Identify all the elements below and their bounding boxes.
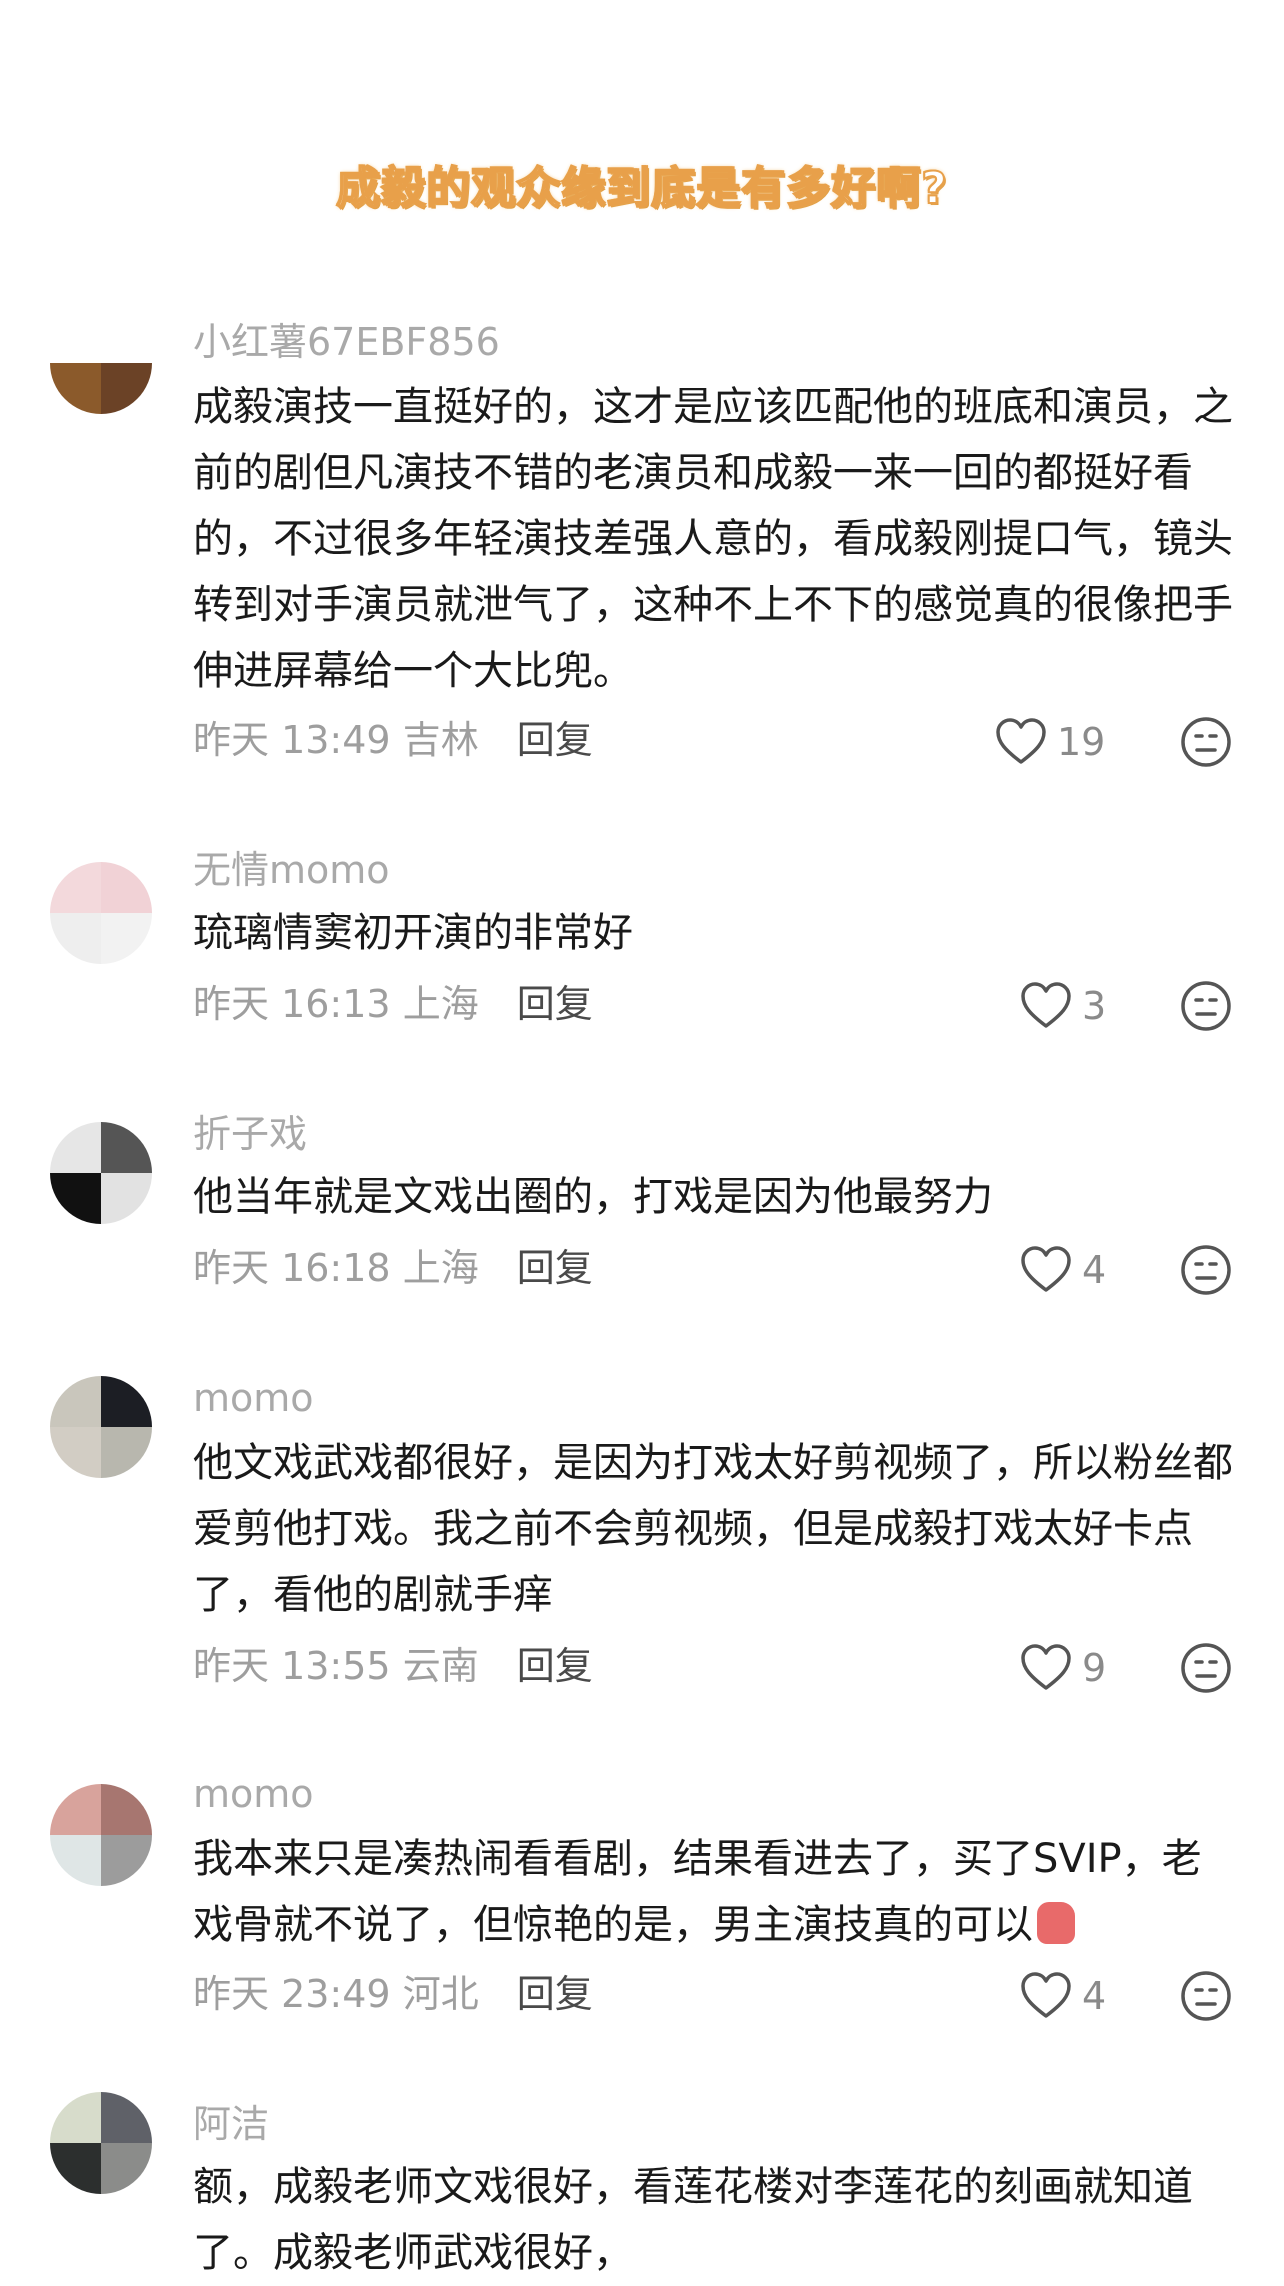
comment-text: 成毅演技一直挺好的，这才是应该匹配他的班底和演员，之前的剧但凡演技不错的老演员和… [193, 384, 1233, 694]
heart-outline-icon [996, 718, 1046, 764]
like-button[interactable]: 19 [995, 718, 1105, 766]
avatar-cell [50, 1835, 101, 1886]
avatar-cell [101, 2143, 152, 2194]
avatar-cell [50, 363, 101, 414]
comment-location: 吉林 [402, 718, 479, 762]
reply-button[interactable]: 回复 [517, 1972, 593, 2016]
comment-location: 河北 [402, 1972, 479, 2016]
avatar[interactable] [50, 1376, 152, 1478]
comment-meta: 昨天 16:18 上海 回复 [193, 1244, 593, 1292]
comment-meta: 昨天 13:55 云南 回复 [193, 1642, 593, 1690]
comment-username[interactable]: 阿洁 [193, 2100, 269, 2148]
avatar[interactable] [50, 862, 152, 964]
avatar-cell [101, 862, 152, 913]
avatar-cell [50, 1173, 101, 1224]
comment-meta: 昨天 16:13 上海 回复 [193, 980, 593, 1028]
comment-text: 我本来只是凑热闹看看剧，结果看进去了，买了SVIP，老戏骨就不说了，但惊艳的是，… [193, 1826, 1233, 1958]
like-button[interactable]: 4 [1020, 1246, 1106, 1294]
like-count: 4 [1082, 1974, 1107, 2018]
avatar-cell [50, 1376, 101, 1427]
avatar-cell [101, 1784, 152, 1835]
comment-time: 昨天 13:55 [193, 1644, 391, 1688]
avatar[interactable] [50, 312, 152, 414]
comment-username[interactable]: 无情momo [193, 846, 390, 894]
comment-username[interactable]: momo [193, 1374, 314, 1422]
like-button[interactable]: 9 [1020, 1644, 1106, 1692]
avatar-cell [101, 1835, 152, 1886]
like-count: 3 [1082, 984, 1107, 1028]
neutral-face-icon[interactable] [1180, 716, 1232, 768]
reply-button[interactable]: 回复 [517, 718, 593, 762]
like-button[interactable]: 3 [1020, 982, 1106, 1030]
avatar-cell [50, 312, 101, 363]
avatar-cell [50, 1427, 101, 1478]
avatar-cell [50, 913, 101, 964]
avatar-cell [101, 1122, 152, 1173]
comment-username[interactable]: 折子戏 [193, 1110, 307, 1158]
avatar[interactable] [50, 1784, 152, 1886]
avatar-cell [101, 1376, 152, 1427]
comment-time: 昨天 13:49 [193, 718, 391, 762]
reply-button[interactable]: 回复 [517, 1246, 593, 1290]
avatar-cell [101, 913, 152, 964]
comment-username[interactable]: momo [193, 1770, 314, 1818]
heart-outline-icon [1021, 982, 1071, 1028]
avatar-cell [50, 1784, 101, 1835]
heart-outline-icon [1021, 1246, 1071, 1292]
thumbs-up-icon [1037, 1902, 1075, 1944]
avatar-cell [50, 1122, 101, 1173]
avatar[interactable] [50, 1122, 152, 1224]
comment-username[interactable]: 小红薯67EBF856 [193, 318, 500, 366]
reply-button[interactable]: 回复 [517, 1644, 593, 1688]
neutral-face-icon[interactable] [1180, 1970, 1232, 2022]
comment-meta: 昨天 13:49 吉林 回复 [193, 716, 593, 764]
comment-text: 他当年就是文戏出圈的，打戏是因为他最努力 [193, 1174, 993, 1220]
avatar-cell [50, 862, 101, 913]
comment-meta: 昨天 23:49 河北 回复 [193, 1970, 593, 2018]
comment-location: 云南 [402, 1644, 479, 1688]
avatar[interactable] [50, 2092, 152, 2194]
post-title: 成毅的观众缘到底是有多好啊? [335, 162, 948, 215]
neutral-face-icon[interactable] [1180, 980, 1232, 1032]
avatar-cell [50, 2092, 101, 2143]
like-count: 4 [1082, 1248, 1107, 1292]
avatar-cell [101, 363, 152, 414]
avatar-cell [101, 1173, 152, 1224]
comment-location: 上海 [402, 1246, 479, 1290]
avatar-cell [50, 2143, 101, 2194]
comment-time: 昨天 16:18 [193, 1246, 391, 1290]
like-count: 19 [1057, 720, 1106, 764]
avatar-cell [101, 312, 152, 363]
comment-time: 昨天 16:13 [193, 982, 391, 1026]
comment-location: 上海 [402, 982, 479, 1026]
avatar-cell [101, 2092, 152, 2143]
comment-text: 琉璃情窦初开演的非常好 [193, 910, 633, 956]
heart-outline-icon [1021, 1644, 1071, 1690]
like-button[interactable]: 4 [1020, 1972, 1106, 2020]
comment-text: 他文戏武戏都很好，是因为打戏太好剪视频了，所以粉丝都爱剪他打戏。我之前不会剪视频… [193, 1440, 1233, 1618]
comment-text: 额，成毅老师文戏很好，看莲花楼对李莲花的刻画就知道了。成毅老师武戏很好， [193, 2164, 1193, 2276]
avatar-cell [101, 1427, 152, 1478]
neutral-face-icon[interactable] [1180, 1244, 1232, 1296]
heart-outline-icon [1021, 1972, 1071, 2018]
neutral-face-icon[interactable] [1180, 1642, 1232, 1694]
comment-time: 昨天 23:49 [193, 1972, 391, 2016]
like-count: 9 [1082, 1646, 1107, 1690]
reply-button[interactable]: 回复 [517, 982, 593, 1026]
